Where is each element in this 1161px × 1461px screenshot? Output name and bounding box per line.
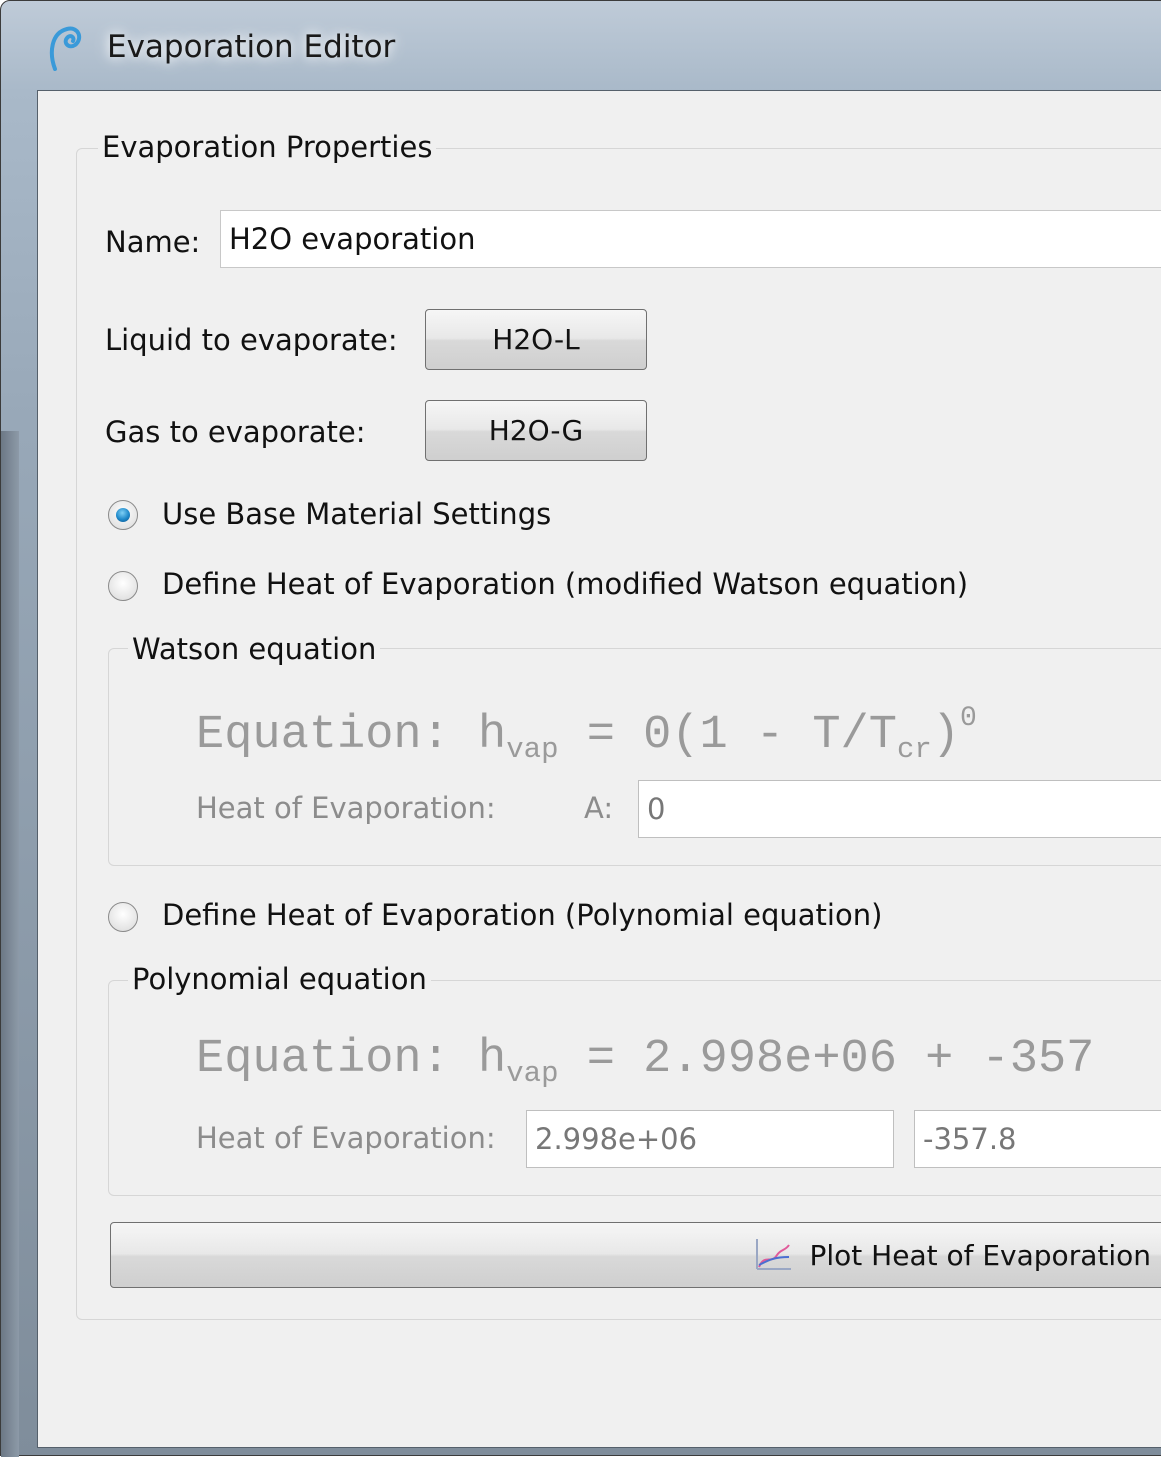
watson-eq-close: ) [931, 709, 960, 762]
radio-watson[interactable] [108, 571, 138, 601]
watson-eq-prefix: Equation: h [196, 709, 507, 762]
polynomial-c1-input[interactable] [914, 1110, 1161, 1168]
radio-watson-label[interactable]: Define Heat of Evaporation (modified Wat… [162, 567, 968, 601]
liquid-label: Liquid to evaporate: [105, 323, 398, 357]
watson-a-label: A: [584, 791, 614, 825]
watson-equation-display: Equation: hvap = 0(1 - T/Tcr)0 [196, 703, 977, 766]
polynomial-equation-title: Polynomial equation [128, 962, 431, 996]
polynomial-equation-display: Equation: hvap = 2.998e+06 + -357 [196, 1033, 1094, 1090]
watson-eq-exp: 0 [959, 703, 977, 734]
radio-polynomial[interactable] [108, 902, 138, 932]
title-bar[interactable]: Evaporation Editor [1, 1, 1161, 93]
watson-a-input[interactable] [638, 780, 1161, 838]
gas-select-button[interactable]: H2O-G [425, 400, 647, 461]
watson-equation-title: Watson equation [128, 632, 381, 666]
watson-heat-label: Heat of Evaporation: [196, 791, 496, 825]
poly-eq-prefix: Equation: h [196, 1033, 507, 1086]
name-input[interactable] [220, 210, 1161, 268]
watson-eq-mid: = 0(1 - T/T [558, 709, 897, 762]
app-swirl-icon [49, 26, 82, 71]
polynomial-c0-input[interactable] [526, 1110, 894, 1168]
window-title: Evaporation Editor [107, 29, 396, 65]
radio-base-material[interactable] [108, 500, 138, 530]
poly-eq-sub: vap [506, 1057, 559, 1090]
polynomial-heat-label: Heat of Evaporation: [196, 1121, 496, 1155]
gas-label: Gas to evaporate: [105, 415, 366, 449]
radio-polynomial-label[interactable]: Define Heat of Evaporation (Polynomial e… [162, 898, 882, 932]
chart-line-icon [756, 1239, 792, 1270]
watson-eq-sub: vap [506, 733, 559, 766]
evaporation-properties-title: Evaporation Properties [98, 130, 437, 164]
name-label: Name: [105, 225, 201, 259]
liquid-select-button[interactable]: H2O-L [425, 309, 647, 370]
window-frame-left [1, 431, 19, 1457]
plot-heat-button[interactable]: Plot Heat of Evaporation [110, 1222, 1161, 1288]
poly-eq-rest: = 2.998e+06 + -357 [558, 1033, 1095, 1086]
watson-eq-sub2: cr [896, 733, 932, 766]
radio-base-material-label[interactable]: Use Base Material Settings [162, 497, 551, 531]
plot-heat-label: Plot Heat of Evaporation [809, 1238, 1151, 1272]
